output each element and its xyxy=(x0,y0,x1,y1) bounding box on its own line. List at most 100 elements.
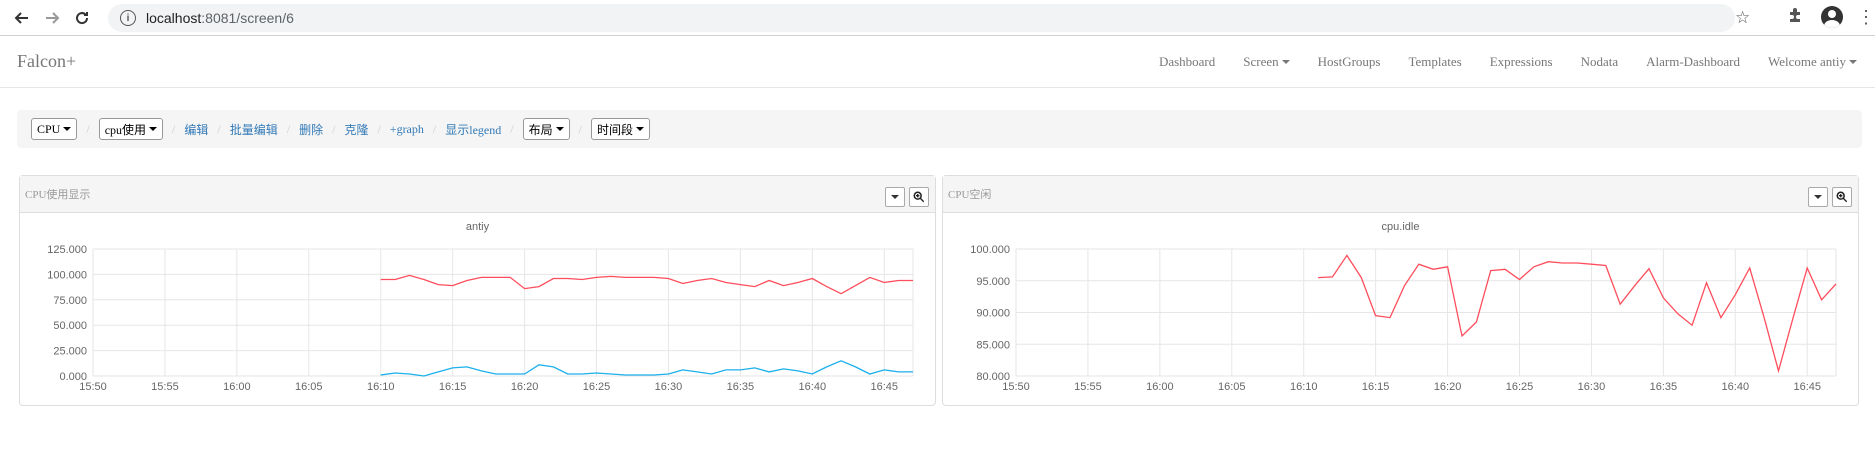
y-tick-label: 75.000 xyxy=(53,295,87,307)
nav-item-screen[interactable]: Screen xyxy=(1243,54,1290,70)
x-tick-label: 16:25 xyxy=(1506,381,1534,393)
delete-link[interactable]: 删除 xyxy=(299,121,323,138)
nav-item-label: HostGroups xyxy=(1317,54,1381,69)
line-chart: cpu.idle100.00095.00090.00085.00080.0001… xyxy=(970,221,1837,393)
reload-icon[interactable] xyxy=(70,6,94,30)
nav-links: Dashboard Screen HostGroups Templates Expres… xyxy=(1131,36,1857,88)
divider: / xyxy=(86,121,90,136)
x-tick-label: 16:10 xyxy=(1290,381,1318,393)
divider: / xyxy=(578,121,582,136)
browser-menu-icon[interactable]: ⋮ xyxy=(1857,7,1875,27)
x-tick-label: 15:50 xyxy=(79,381,107,393)
time-range-select[interactable]: 时间段 xyxy=(590,118,650,140)
subscreen-select[interactable]: cpu使用 xyxy=(98,118,164,140)
divider: / xyxy=(510,121,514,136)
x-tick-label: 16:10 xyxy=(367,381,395,393)
chevron-down-icon xyxy=(1814,195,1822,199)
address-bar[interactable]: i localhost:8081/screen/6 xyxy=(108,4,1735,32)
zoom-in-icon xyxy=(1836,191,1848,203)
graph-panel-cpu-usage: CPU使用显示 antiy 125.000 100.000 75.000 50.000 2… xyxy=(19,175,936,406)
nav-item-expressions[interactable]: Expressions xyxy=(1490,54,1553,70)
nav-item-templates[interactable]: Templates xyxy=(1408,54,1461,70)
chevron-down-icon xyxy=(1281,60,1290,64)
chevron-down-icon xyxy=(63,127,72,131)
chart-subtitle: cpu.idle xyxy=(1382,221,1420,233)
line-chart: antiy125.000100.00075.00050.00025.0000.0… xyxy=(47,221,914,393)
nav-item-nodata[interactable]: Nodata xyxy=(1581,54,1619,70)
x-tick-label: 16:15 xyxy=(1362,381,1390,393)
zoom-button[interactable] xyxy=(909,187,929,207)
batch-edit-link[interactable]: 批量编辑 xyxy=(230,121,278,138)
add-graph-link[interactable]: +graph xyxy=(390,122,424,137)
screen-select-label: CPU xyxy=(37,121,61,136)
nav-item-label: Templates xyxy=(1408,54,1462,69)
nav-item-alarm-dashboard[interactable]: Alarm-Dashboard xyxy=(1646,54,1740,70)
divider: / xyxy=(172,121,176,136)
chevron-down-icon xyxy=(891,195,899,199)
x-tick-label: 16:45 xyxy=(1793,381,1821,393)
extensions-icon[interactable] xyxy=(1787,7,1807,27)
x-tick-label: 16:05 xyxy=(295,381,323,393)
x-tick-label: 16:40 xyxy=(799,381,827,393)
divider: / xyxy=(377,121,381,136)
y-tick-label: 95.000 xyxy=(976,276,1010,288)
forward-icon[interactable] xyxy=(40,6,64,30)
chevron-down-icon xyxy=(555,127,564,131)
nav-item-label: Screen xyxy=(1243,54,1279,69)
panel-dropdown-button[interactable] xyxy=(1808,187,1828,207)
zoom-button[interactable] xyxy=(1832,187,1852,207)
nav-item-label: Expressions xyxy=(1489,54,1553,69)
nav-item-welcome-antiy[interactable]: Welcome antiy xyxy=(1768,54,1857,70)
x-tick-label: 16:35 xyxy=(727,381,755,393)
browser-toolbar: i localhost:8081/screen/6 ☆ ⋮ xyxy=(0,0,1875,36)
x-tick-label: 16:20 xyxy=(1434,381,1462,393)
app-navbar: Falcon+ Dashboard Screen HostGroups Templat… xyxy=(0,36,1875,88)
time-range-select-label: 时间段 xyxy=(596,122,633,137)
series-line-0 xyxy=(1318,254,1837,374)
nav-item-label: Dashboard xyxy=(1158,54,1216,69)
bookmark-star-icon[interactable]: ☆ xyxy=(1735,8,1755,28)
chart-subtitle: antiy xyxy=(466,221,490,233)
profile-avatar-icon[interactable] xyxy=(1821,6,1843,28)
x-tick-label: 15:55 xyxy=(151,381,179,393)
panel-title: CPU使用显示 xyxy=(25,189,91,201)
panel-header: CPU使用显示 xyxy=(20,176,935,213)
graph-panel-cpu-idle: CPU空闲 cpu.idle 100.000 95.000 90.000 85.000 8… xyxy=(942,175,1859,406)
y-tick-label: 50.000 xyxy=(53,320,87,332)
info-icon[interactable]: i xyxy=(120,10,136,26)
panel-dropdown-button[interactable] xyxy=(885,187,905,207)
edit-link[interactable]: 编辑 xyxy=(184,121,208,138)
layout-select[interactable]: 布局 xyxy=(522,118,570,140)
y-tick-label: 125.000 xyxy=(47,244,87,256)
brand-logo[interactable]: Falcon+ xyxy=(17,51,76,72)
x-tick-label: 16:00 xyxy=(1146,381,1174,393)
x-tick-label: 16:25 xyxy=(583,381,611,393)
x-tick-label: 15:50 xyxy=(1002,381,1030,393)
chevron-down-icon xyxy=(149,127,158,131)
x-tick-label: 16:20 xyxy=(511,381,539,393)
nav-item-label: Welcome antiy xyxy=(1767,54,1846,69)
url-host: localhost xyxy=(146,10,202,26)
y-tick-label: 100.000 xyxy=(47,269,87,281)
divider: / xyxy=(332,121,336,136)
nav-item-label: Nodata xyxy=(1580,54,1619,69)
nav-item-hostgroups[interactable]: HostGroups xyxy=(1318,54,1381,70)
nav-item-dashboard[interactable]: Dashboard xyxy=(1159,54,1215,70)
x-tick-label: 16:15 xyxy=(439,381,467,393)
zoom-in-icon xyxy=(913,191,925,203)
panel-header: CPU空闲 xyxy=(943,176,1858,213)
x-tick-label: 16:30 xyxy=(1578,381,1606,393)
x-tick-label: 16:45 xyxy=(870,381,898,393)
layout-select-label: 布局 xyxy=(528,122,553,137)
show-legend-link[interactable]: 显示legend xyxy=(445,121,501,138)
divider: / xyxy=(286,121,291,136)
y-tick-label: 25.000 xyxy=(53,346,87,358)
chevron-down-icon xyxy=(635,127,644,131)
x-tick-label: 16:05 xyxy=(1218,381,1246,393)
series-line-1 xyxy=(380,360,913,377)
clone-link[interactable]: 克隆 xyxy=(344,121,368,138)
chevron-down-icon xyxy=(1849,60,1857,64)
screen-select[interactable]: CPU xyxy=(31,118,78,140)
panel-title: CPU空闲 xyxy=(948,189,992,201)
back-icon[interactable] xyxy=(10,6,34,30)
